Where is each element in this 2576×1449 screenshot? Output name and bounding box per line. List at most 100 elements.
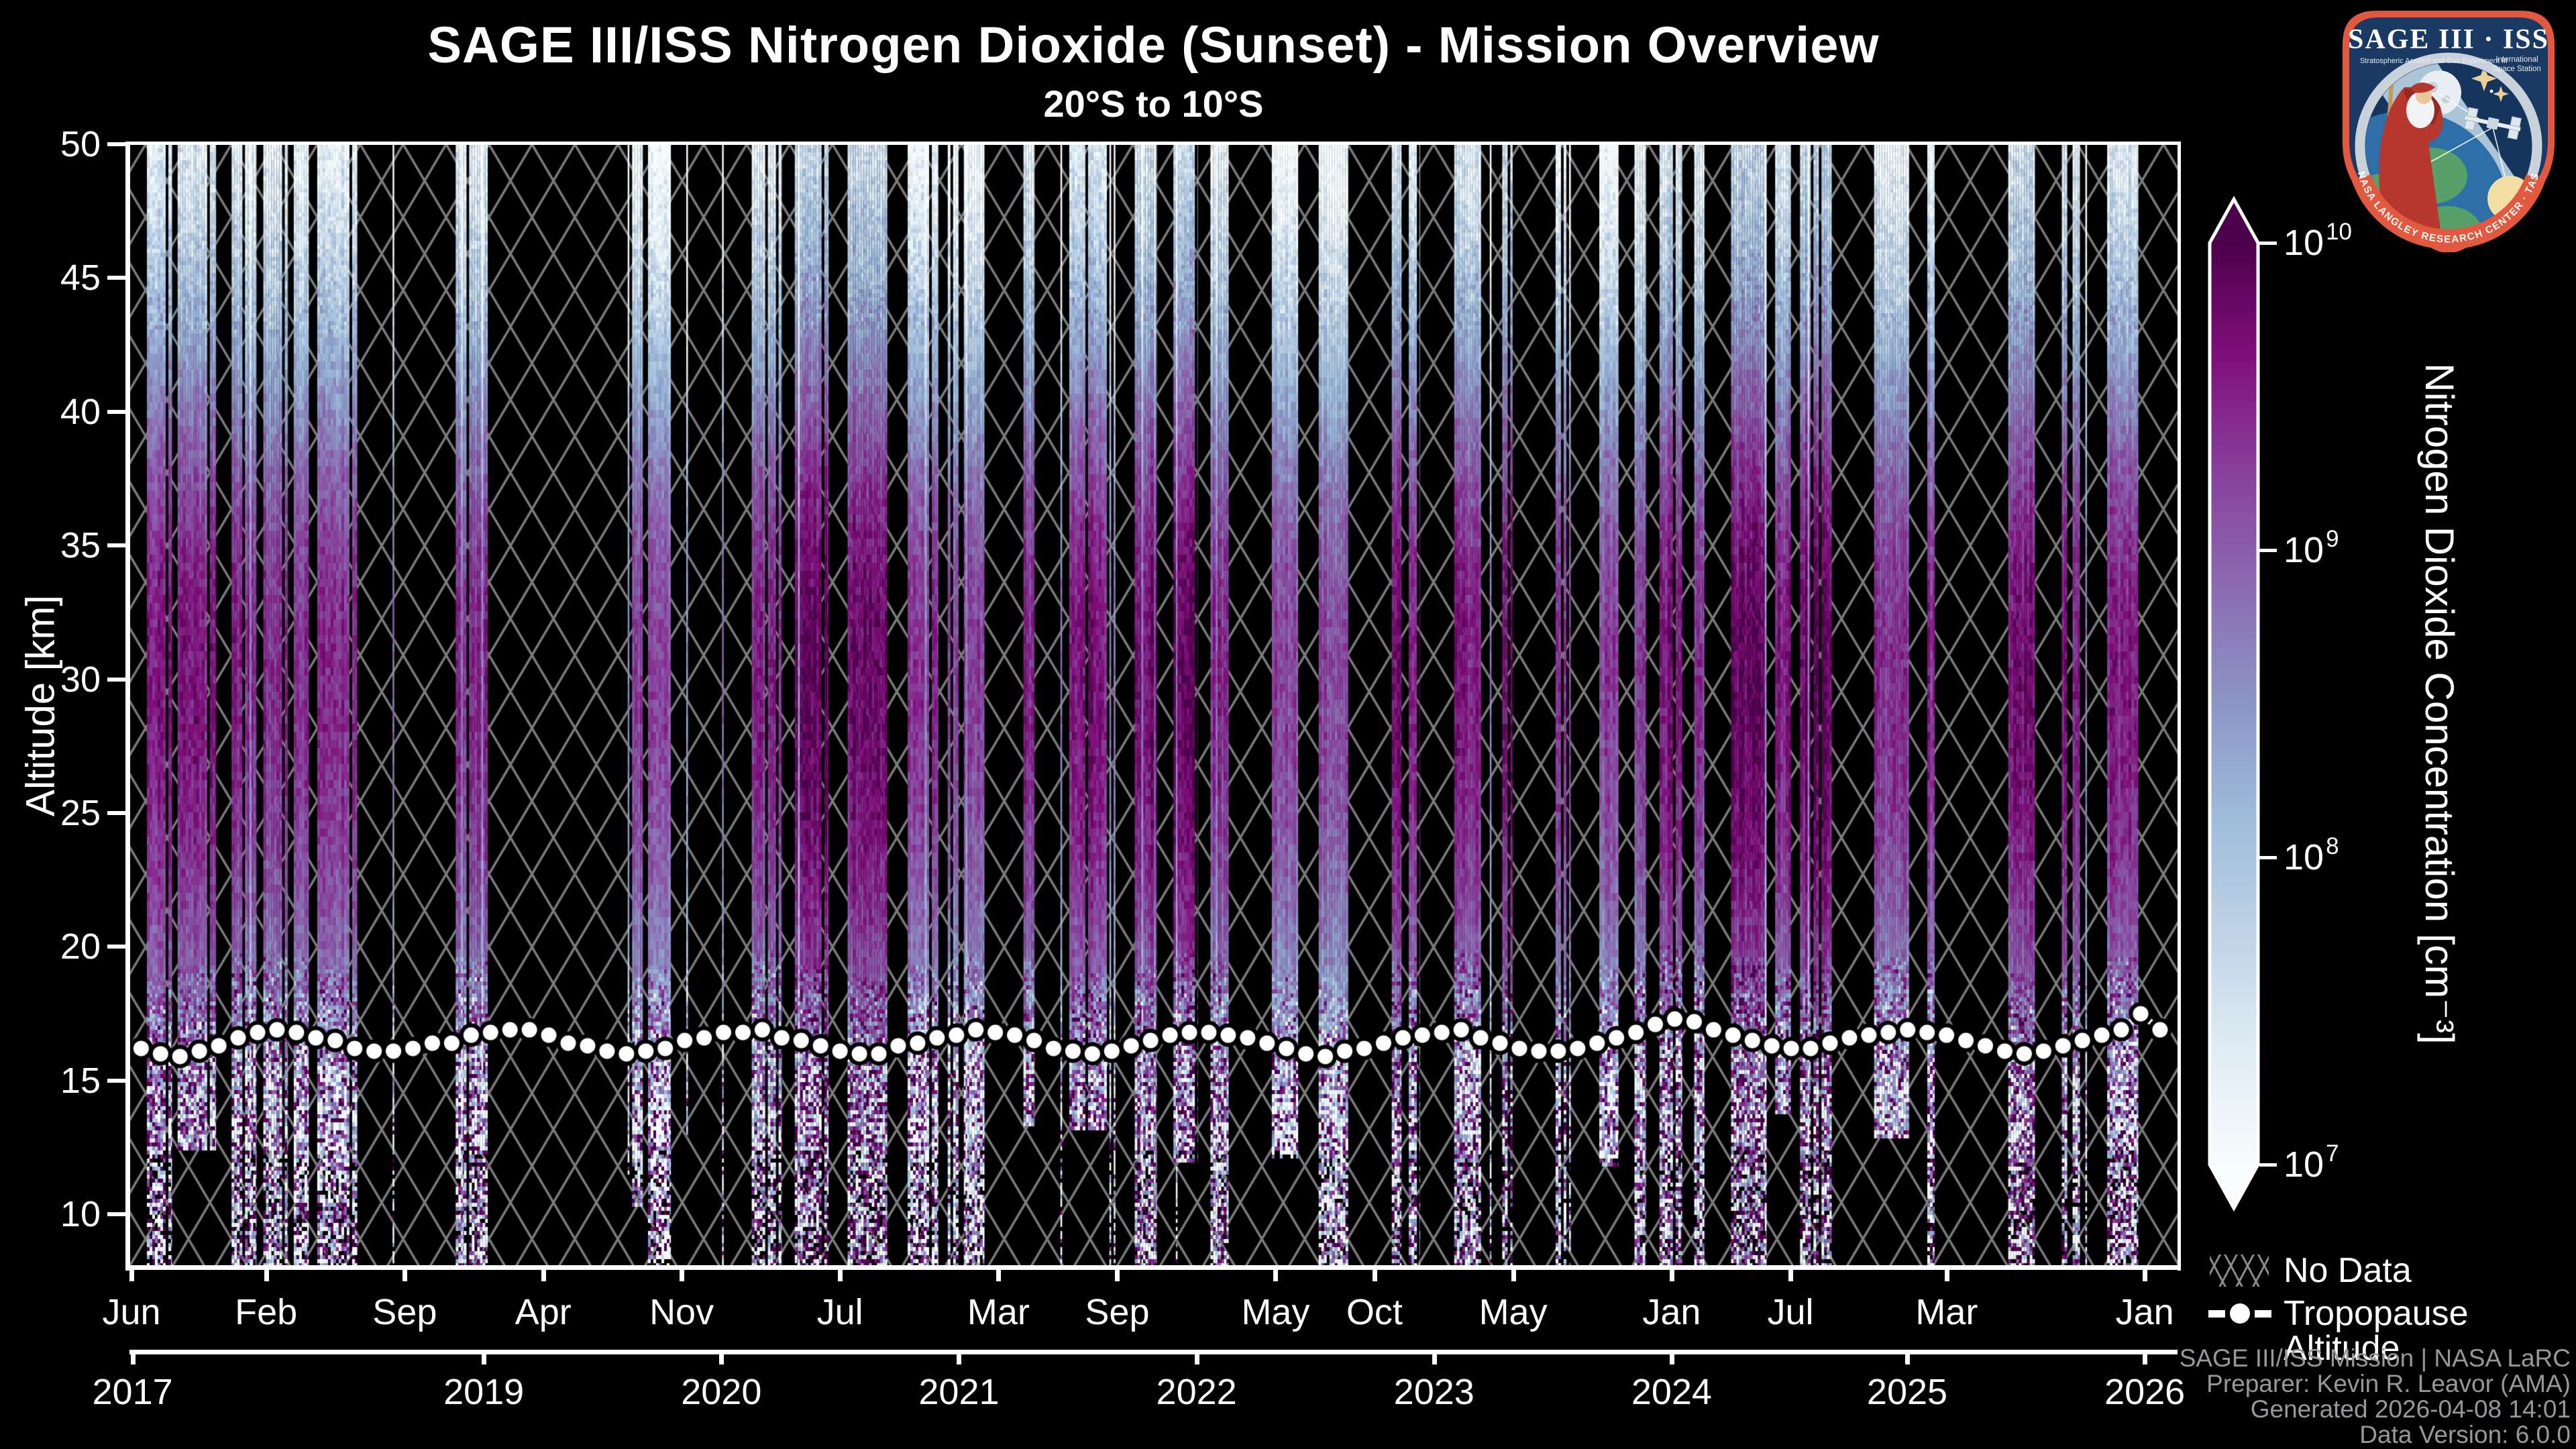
legend-no-data-label: No Data	[2284, 1251, 2412, 1290]
plot-spine-bottom	[127, 1265, 2180, 1270]
y-tick-label: 20	[60, 926, 101, 967]
page-title: SAGE III/ISS Nitrogen Dioxide (Sunset) -…	[427, 17, 1880, 74]
year-axis-line	[129, 1350, 2178, 1354]
month-tick-label: Jul	[1767, 1292, 1814, 1332]
y-tick-label: 10	[60, 1194, 101, 1235]
year-tick-label: 2023	[1393, 1372, 1474, 1412]
month-tick-mark	[680, 1270, 685, 1281]
year-tick-label: 2025	[1866, 1372, 1948, 1412]
month-tick-label: Mar	[1915, 1292, 1978, 1332]
month-tick-mark	[129, 1270, 135, 1281]
y-tick-mark	[107, 1078, 125, 1083]
year-tick-label: 2021	[918, 1372, 1000, 1412]
year-tick-mark	[719, 1354, 724, 1364]
month-tick-label: May	[1479, 1292, 1548, 1332]
year-tick-label: 2022	[1156, 1372, 1237, 1412]
month-tick-mark	[996, 1270, 1002, 1281]
month-tick-mark	[1944, 1270, 1949, 1281]
colorbar-gradient-bar	[2208, 195, 2260, 1212]
patch-title: SAGE III · ISS	[2348, 24, 2549, 55]
y-tick-mark	[107, 409, 125, 414]
month-tick-label: Feb	[235, 1292, 298, 1332]
patch-subtitle-right2: Space Station	[2493, 65, 2541, 73]
month-tick-mark	[402, 1270, 408, 1281]
y-tick-mark	[107, 945, 125, 949]
month-tick-mark	[838, 1270, 843, 1281]
year-tick-mark	[1669, 1354, 1674, 1364]
footer-line: Preparer: Kevin R. Leavor (AMA)	[2206, 1370, 2571, 1397]
year-tick-mark	[1905, 1354, 1910, 1364]
footer-credits: SAGE III/ISS Mission | NASA LaRC Prepare…	[2180, 1346, 2571, 1448]
tropopause-dash-icon	[2208, 1309, 2225, 1318]
month-tick-label: Jan	[2115, 1292, 2174, 1332]
patch-subtitle-left: Stratospheric Aerosol and Gas Experiment…	[2360, 57, 2508, 65]
y-tick-mark	[107, 543, 125, 548]
patch-subtitle-right1: International	[2496, 56, 2538, 64]
month-tick-label: Apr	[515, 1292, 572, 1332]
colorbar-tick-mark	[2259, 241, 2277, 245]
year-tick-label: 2020	[681, 1372, 762, 1412]
y-tick-mark	[107, 276, 125, 280]
tropopause-dot-icon	[2230, 1303, 2250, 1324]
year-tick-mark	[482, 1354, 487, 1364]
colorbar-tick-label: 10 9	[2284, 525, 2339, 570]
y-tick-label: 15	[60, 1060, 101, 1101]
month-tick-label: Jun	[102, 1292, 161, 1332]
y-tick-label: 50	[60, 124, 101, 164]
colorbar-label: Nitrogen Dioxide Concentration [cm⁻³]	[2417, 363, 2462, 1044]
page-subtitle: 20°S to 10°S	[1043, 83, 1264, 125]
month-tick-mark	[1372, 1270, 1377, 1281]
year-tick-mark	[1432, 1354, 1437, 1364]
month-tick-mark	[1511, 1270, 1516, 1281]
month-tick-label: Sep	[1085, 1292, 1150, 1332]
y-tick-label: 25	[60, 793, 101, 834]
tropopause-dash-icon	[2255, 1309, 2271, 1318]
footer-line: SAGE III/ISS Mission | NASA LaRC	[2179, 1344, 2571, 1372]
footer-line: Generated 2026-04-08 14:01	[2250, 1395, 2571, 1423]
heatmap-plot-area: 50 45 40 35 30 25 20 15 10 Jun Feb Sep Apr Nov Jul Mar…	[60, 124, 2181, 1332]
no2-heatmap-canvas	[129, 144, 2178, 1268]
month-tick-label: Oct	[1346, 1292, 1403, 1332]
y-axis-label: Altitude [km]	[17, 594, 63, 817]
year-tick-label: 2019	[443, 1372, 525, 1412]
tropopause-line-swatch	[2208, 1300, 2271, 1327]
year-tick-mark	[1194, 1354, 1199, 1364]
colorbar-tick-mark	[2259, 1163, 2277, 1167]
plot-spine-top	[127, 142, 2180, 145]
y-tick-label: 30	[60, 659, 101, 700]
year-tick-mark	[957, 1354, 962, 1364]
y-tick-mark	[107, 811, 125, 816]
year-tick-mark	[2143, 1354, 2148, 1364]
colorbar-tick-mark	[2259, 856, 2277, 860]
footer-line: Data Version: 6.0.0	[2359, 1421, 2571, 1448]
no-data-hatch-swatch	[2210, 1254, 2269, 1287]
y-tick-label: 35	[60, 525, 101, 566]
y-tick-mark	[107, 1212, 125, 1217]
y-tick-label: 40	[60, 391, 101, 432]
month-tick-label: Mar	[967, 1292, 1030, 1332]
plot-spine-right	[2178, 142, 2181, 1271]
month-tick-mark	[1115, 1270, 1120, 1281]
month-tick-label: Nov	[649, 1292, 714, 1332]
y-tick-label: 45	[60, 258, 101, 299]
plot-spine-left	[125, 142, 130, 1271]
month-tick-label: Jul	[816, 1292, 863, 1332]
month-tick-mark	[2143, 1270, 2148, 1281]
month-tick-mark	[541, 1270, 546, 1281]
colorbar	[2208, 195, 2260, 1212]
month-tick-mark	[1273, 1270, 1279, 1281]
month-tick-mark	[1669, 1270, 1674, 1281]
year-tick-label: 2017	[92, 1372, 173, 1412]
colorbar-tick-mark	[2259, 548, 2277, 552]
colorbar-tick-label: 10 7	[2284, 1140, 2339, 1185]
month-tick-mark	[264, 1270, 269, 1281]
colorbar-tick-label: 10 8	[2284, 833, 2339, 878]
month-tick-label: Jan	[1642, 1292, 1701, 1332]
month-tick-mark	[1788, 1270, 1793, 1281]
year-tick-label: 2024	[1631, 1372, 1712, 1412]
y-tick-mark	[107, 677, 125, 682]
sage-iii-iss-mission-patch-logo: SAGE III · ISS Stratospheric Aerosol and…	[2340, 8, 2555, 252]
y-tick-mark	[107, 142, 125, 146]
month-tick-label: Sep	[372, 1292, 437, 1332]
year-tick-mark	[130, 1354, 136, 1364]
